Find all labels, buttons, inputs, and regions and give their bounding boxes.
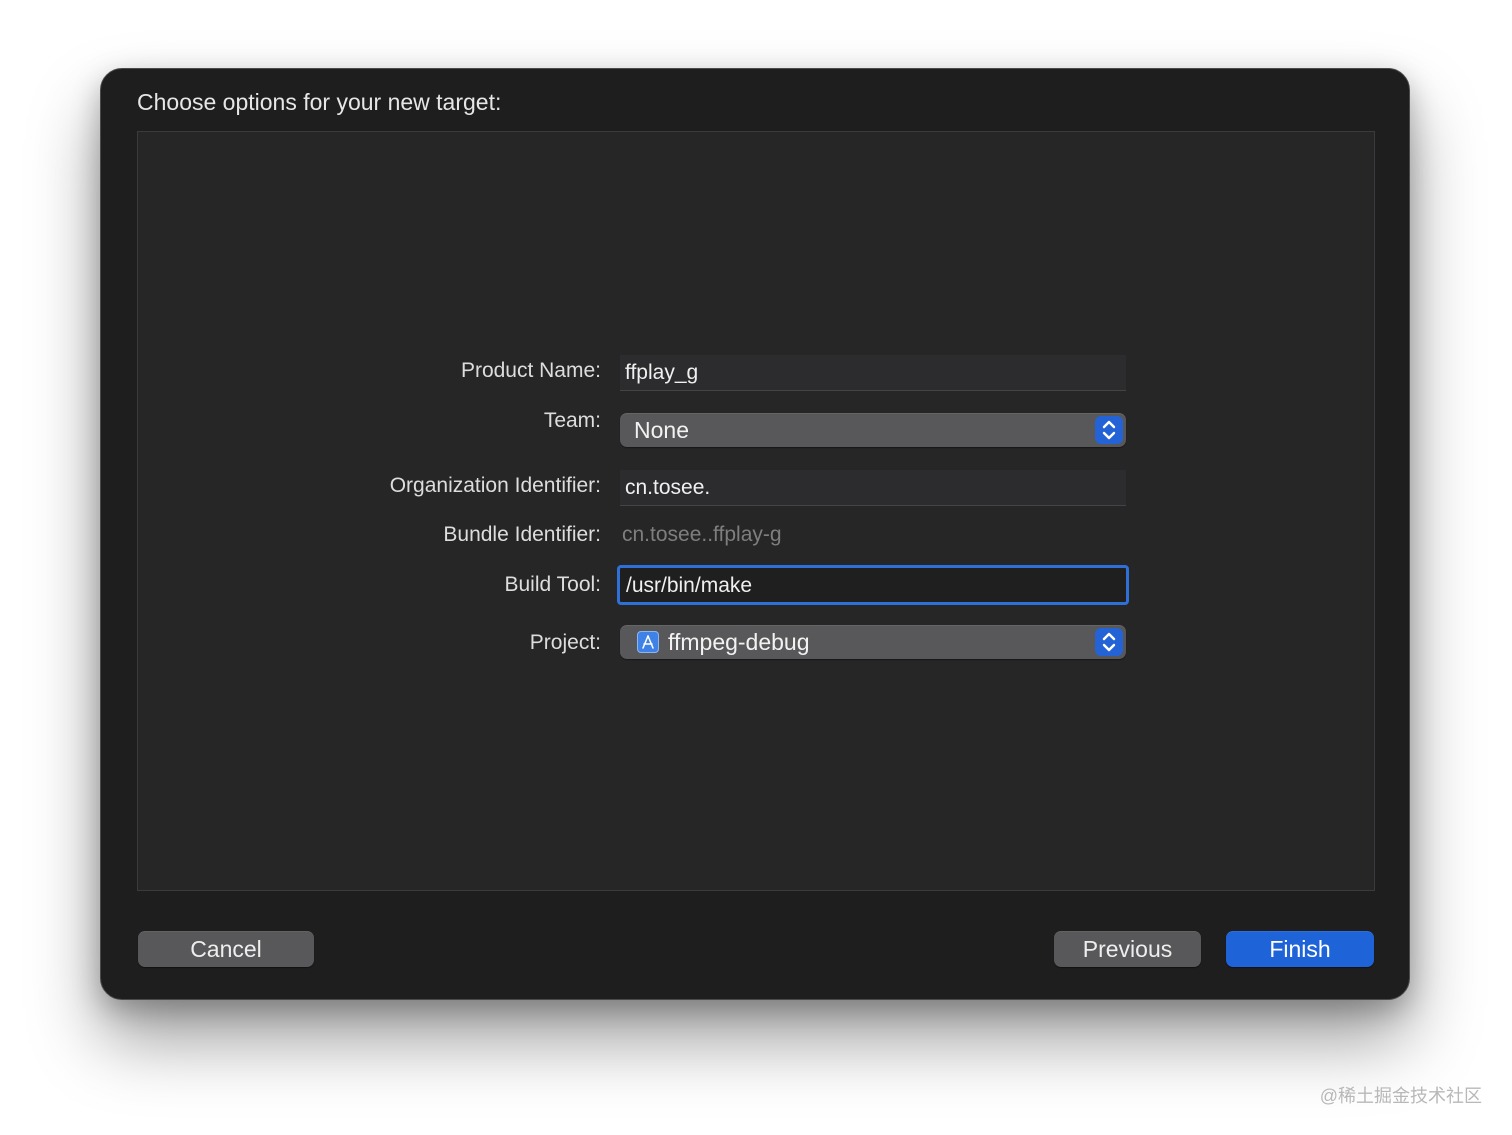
watermark: @稀土掘金技术社区	[1319, 1086, 1482, 1106]
product-name-field[interactable]: ffplay_g	[620, 355, 1126, 391]
team-label: Team:	[543, 409, 601, 432]
previous-button[interactable]: Previous	[1054, 931, 1201, 967]
project-label: Project:	[529, 631, 601, 654]
dialog-title: Choose options for your new target:	[137, 89, 502, 115]
finish-button[interactable]: Finish	[1226, 931, 1374, 967]
project-popup[interactable]: ffmpeg-debug	[620, 625, 1126, 659]
project-popup-value: ffmpeg-debug	[668, 629, 810, 655]
team-popup[interactable]: None	[620, 413, 1126, 447]
organization-identifier-label: Organization Identifier:	[389, 474, 601, 497]
chevron-up-down-icon	[1095, 628, 1123, 656]
team-popup-value: None	[634, 417, 689, 443]
bundle-identifier-value: cn.tosee..ffplay-g	[622, 523, 782, 546]
build-tool-label: Build Tool:	[504, 573, 601, 596]
cancel-button[interactable]: Cancel	[138, 931, 314, 967]
organization-identifier-field[interactable]: cn.tosee.	[620, 470, 1126, 506]
bundle-identifier-label: Bundle Identifier:	[443, 523, 601, 546]
chevron-up-down-icon	[1095, 416, 1123, 444]
build-tool-field[interactable]: /usr/bin/make	[617, 565, 1129, 605]
options-panel: Product Name: ffplay_g Team: None Organi…	[137, 131, 1375, 891]
new-target-dialog: Choose options for your new target: Prod…	[100, 68, 1410, 1000]
xcode-project-icon	[637, 631, 659, 653]
product-name-label: Product Name:	[460, 359, 601, 382]
